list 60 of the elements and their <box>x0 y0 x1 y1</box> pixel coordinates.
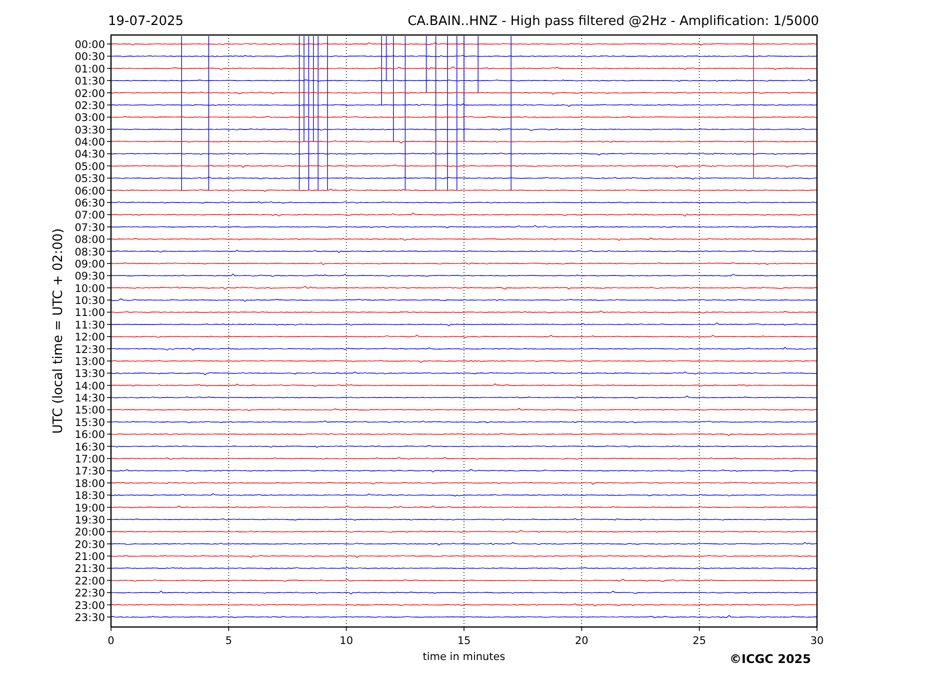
tick-label: 13:30 <box>74 368 105 380</box>
tick-label: 16:30 <box>74 441 105 454</box>
tick-label: 11:00 <box>74 307 105 320</box>
tick-label: 21:30 <box>74 563 105 576</box>
tick-label: 20:00 <box>74 526 105 539</box>
y-axis-label: UTC (local time = UTC + 02:00) <box>51 228 66 434</box>
tick-label: 30 <box>810 635 824 647</box>
tick-label: 00:30 <box>74 51 105 64</box>
tick-label: 03:00 <box>74 112 105 124</box>
tick-label: 09:30 <box>74 270 105 283</box>
tick-label: 16:00 <box>74 429 105 442</box>
tick-label: 05:00 <box>74 160 105 173</box>
tick-label: 10:00 <box>74 282 105 295</box>
tick-label: 15 <box>457 635 471 647</box>
tick-label: 5 <box>225 635 232 647</box>
tick-label: 14:00 <box>74 380 105 392</box>
tick-label: 02:00 <box>74 88 105 100</box>
tick-label: 06:30 <box>74 198 105 210</box>
plot-title: CA.BAIN..HNZ - High pass filtered @2Hz - Amplification: 1/5000 <box>408 14 819 29</box>
tick-label: 13:00 <box>74 356 105 368</box>
tick-label: 20:30 <box>74 538 105 551</box>
x-axis-label: time in minutes <box>422 651 506 663</box>
tick-label: 23:30 <box>74 612 105 624</box>
tick-label: 02:30 <box>74 100 105 112</box>
tick-label: 20 <box>574 635 588 647</box>
tick-label: 11:30 <box>74 319 105 332</box>
tick-label: 03:30 <box>74 124 105 136</box>
tick-label: 06:00 <box>74 185 105 198</box>
tick-label: 15:00 <box>74 404 105 417</box>
tick-label: 23:00 <box>74 600 105 612</box>
tick-label: 25 <box>692 635 706 647</box>
tick-label: 01:00 <box>74 63 105 76</box>
tick-label: 17:00 <box>74 454 105 466</box>
tick-label: 00:00 <box>74 39 105 51</box>
tick-label: 19:30 <box>74 514 105 526</box>
tick-label: 04:30 <box>74 148 105 161</box>
tick-label: 12:00 <box>74 332 105 344</box>
tick-label: 10 <box>340 635 354 647</box>
tick-label: 12:30 <box>74 344 105 356</box>
tick-label: 05:30 <box>74 173 105 186</box>
tick-label: 18:00 <box>74 478 105 490</box>
tick-label: 01:30 <box>74 76 105 88</box>
tick-label: 07:30 <box>74 222 105 234</box>
tick-label: 08:30 <box>74 246 105 258</box>
tick-label: 22:30 <box>74 588 105 600</box>
tick-label: 19:00 <box>74 502 105 514</box>
date-text: 19-07-2025 <box>108 14 184 29</box>
tick-label: 18:30 <box>74 490 105 502</box>
tick-label: 04:00 <box>74 136 105 149</box>
tick-label: 0 <box>108 635 114 647</box>
tick-label: 14:30 <box>74 392 105 405</box>
tick-label: 15:30 <box>74 416 105 429</box>
tick-label: 09:00 <box>74 258 105 270</box>
tick-label: 10:30 <box>74 295 105 308</box>
copyright-text: ©ICGC 2025 <box>729 652 811 666</box>
tick-label: 22:00 <box>74 575 105 588</box>
tick-label: 07:00 <box>74 210 105 222</box>
tick-label: 08:00 <box>74 234 105 246</box>
tick-label: 17:30 <box>74 466 105 478</box>
tick-label: 21:00 <box>74 551 105 564</box>
